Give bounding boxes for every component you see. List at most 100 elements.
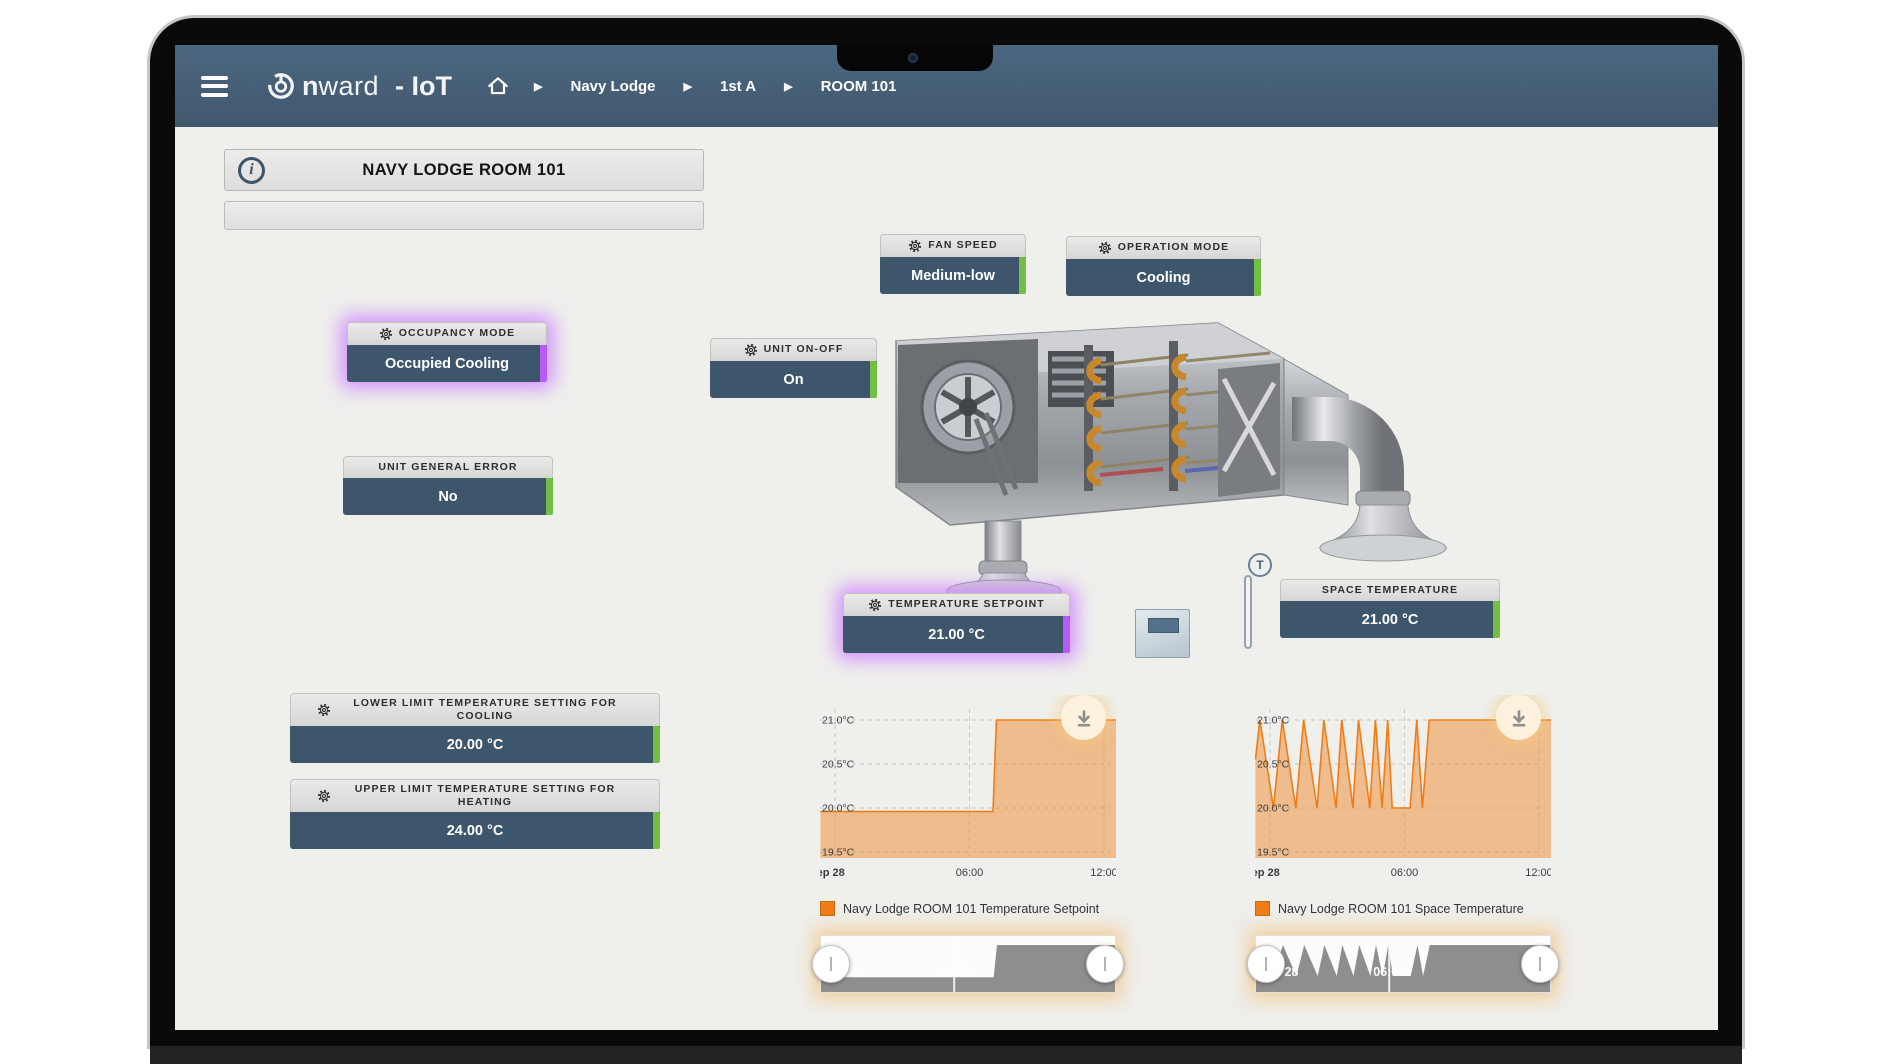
logo-text-bold: n [302,71,319,101]
widget-lower-limit-cooling-value[interactable]: 20.00 °C [290,726,660,763]
widget-label: OPERATION MODE [1118,241,1229,254]
slider-handle-right[interactable] [1521,945,1559,983]
slider-track[interactable]: 2806:00 [1256,936,1550,992]
download-button[interactable] [1061,695,1106,740]
widget-upper-limit-heating-value[interactable]: 24.00 °C [290,812,660,849]
widget-label: FAN SPEED [928,239,997,252]
gear-icon[interactable] [908,239,922,253]
widget-space-temperature-value[interactable]: 21.00 °C [1280,601,1500,638]
widget-unit-on-off[interactable]: UNIT ON-OFF On [710,338,877,398]
widget-value-text: Occupied Cooling [385,356,509,372]
space-temperature-chart[interactable]: 21.0°C20.5°C20.0°C19.5°CSep 2806:0012:00 [1255,695,1551,887]
widget-temperature-setpoint-value[interactable]: 21.00 °C [843,616,1070,653]
svg-text:06:00: 06:00 [938,965,970,979]
svg-text:12:00: 12:00 [1090,867,1116,879]
menu-icon[interactable] [201,76,228,97]
setpoint-legend[interactable]: Navy Lodge ROOM 101 Temperature Setpoint [820,901,1116,916]
svg-text:12:00: 12:00 [1525,867,1551,879]
legend-label: Navy Lodge ROOM 101 Space Temperature [1278,902,1524,916]
download-button[interactable] [1496,695,1541,740]
widget-fan-speed-value[interactable]: Medium-low [880,257,1026,294]
widget-label: LOWER LIMIT TEMPERATURE SETTING FOR COOL… [337,697,633,723]
widget-lower-limit-cooling-header: LOWER LIMIT TEMPERATURE SETTING FOR COOL… [290,693,660,726]
widget-value-text: No [438,489,457,505]
widget-unit-on-off-header: UNIT ON-OFF [710,338,877,361]
widget-temperature-setpoint-header: TEMPERATURE SETPOINT [843,593,1070,616]
widget-unit-general-error-value[interactable]: No [343,478,553,515]
breadcrumb-arrow-icon: ▶ [684,80,692,93]
status-stripe [653,812,660,849]
widget-occupancy-mode[interactable]: OCCUPANCY MODE Occupied Cooling [347,322,547,382]
slider-handle-left[interactable] [812,945,850,983]
widget-label: UNIT GENERAL ERROR [378,461,517,474]
svg-text:19.5°C: 19.5°C [1257,847,1290,859]
svg-text:28: 28 [1285,965,1299,979]
title-subpanel [224,201,704,230]
widget-temperature-setpoint[interactable]: TEMPERATURE SETPOINT 21.00 °C [843,593,1070,653]
legend-label: Navy Lodge ROOM 101 Temperature Setpoint [843,902,1099,916]
widget-occupancy-mode-value[interactable]: Occupied Cooling [347,345,547,382]
gear-icon[interactable] [379,327,393,341]
widget-label: OCCUPANCY MODE [399,327,516,340]
status-stripe [1254,259,1261,296]
status-stripe [546,478,553,515]
page-title: NAVY LODGE ROOM 101 [265,161,663,180]
widget-fan-speed[interactable]: FAN SPEED Medium-low [880,234,1026,294]
widget-upper-limit-heating[interactable]: UPPER LIMIT TEMPERATURE SETTING FOR HEAT… [290,779,660,849]
slider-track[interactable]: 2806:00 [821,936,1115,992]
page: { "header": { "logo": {"brand_bold": "n"… [0,0,1892,1064]
widget-unit-general-error[interactable]: UNIT GENERAL ERROR No [343,456,553,515]
widget-space-temperature[interactable]: SPACE TEMPERATURE 21.00 °C [1280,579,1500,638]
breadcrumb-arrow-icon: ▶ [784,80,792,93]
svg-text:06:00: 06:00 [1391,867,1419,879]
slider-handle-left[interactable] [1247,945,1285,983]
svg-text:20.5°C: 20.5°C [1257,759,1290,771]
widget-value-text: 21.00 °C [1362,612,1419,628]
info-icon[interactable]: i [238,157,265,184]
status-stripe [1493,601,1500,638]
gear-icon[interactable] [1098,241,1112,255]
breadcrumb-item-floor[interactable]: 1st A [720,78,756,95]
breadcrumb-item-site[interactable]: Navy Lodge [570,78,655,95]
widget-label: UPPER LIMIT TEMPERATURE SETTING FOR HEAT… [337,783,633,809]
space-temperature-range-slider[interactable]: 2806:00 [1255,935,1551,993]
space-temperature-legend[interactable]: Navy Lodge ROOM 101 Space Temperature [1255,901,1551,916]
status-stripe [1019,257,1026,294]
slider-mini-chart: 2806:00 [821,936,1115,992]
status-stripe [653,726,660,763]
widget-value-text: Medium-low [911,268,995,284]
widget-unit-on-off-value[interactable]: On [710,361,877,398]
widget-fan-speed-header: FAN SPEED [880,234,1026,257]
widget-value-text: Cooling [1137,270,1191,286]
camera-notch [837,45,993,71]
gear-icon[interactable] [317,703,331,717]
widget-value-text: 20.00 °C [447,737,504,753]
widget-label: UNIT ON-OFF [764,343,844,356]
widget-operation-mode-header: OPERATION MODE [1066,236,1261,259]
status-stripe [540,345,547,382]
widget-value-text: On [783,372,803,388]
brand-logo[interactable]: nward - IoT [266,71,452,102]
gear-icon[interactable] [317,789,331,803]
svg-text:06:00: 06:00 [956,867,984,879]
setpoint-chart[interactable]: 21.0°C20.5°C20.0°C19.5°CSep 2806:0012:00 [820,695,1116,887]
svg-text:21.0°C: 21.0°C [1257,715,1290,727]
svg-text:Sep 28: Sep 28 [820,867,845,879]
power-logo-icon [266,71,296,101]
widget-lower-limit-cooling[interactable]: LOWER LIMIT TEMPERATURE SETTING FOR COOL… [290,693,660,763]
setpoint-range-slider[interactable]: 2806:00 [820,935,1116,993]
logo-suffix: - IoT [395,71,452,102]
widget-operation-mode-value[interactable]: Cooling [1066,259,1261,296]
breadcrumb-item-room[interactable]: ROOM 101 [821,78,897,95]
download-icon [1508,707,1530,729]
camera-dot [908,53,918,63]
gear-icon[interactable] [868,598,882,612]
gear-icon[interactable] [744,343,758,357]
svg-text:20.0°C: 20.0°C [822,803,855,815]
home-icon[interactable] [486,74,510,98]
slider-handle-right[interactable] [1086,945,1124,983]
room-title-panel: i NAVY LODGE ROOM 101 [224,149,704,191]
hvac-unit-image [888,299,1448,594]
widget-operation-mode[interactable]: OPERATION MODE Cooling [1066,236,1261,296]
breadcrumb: ▶ Navy Lodge ▶ 1st A ▶ ROOM 101 [486,74,896,98]
